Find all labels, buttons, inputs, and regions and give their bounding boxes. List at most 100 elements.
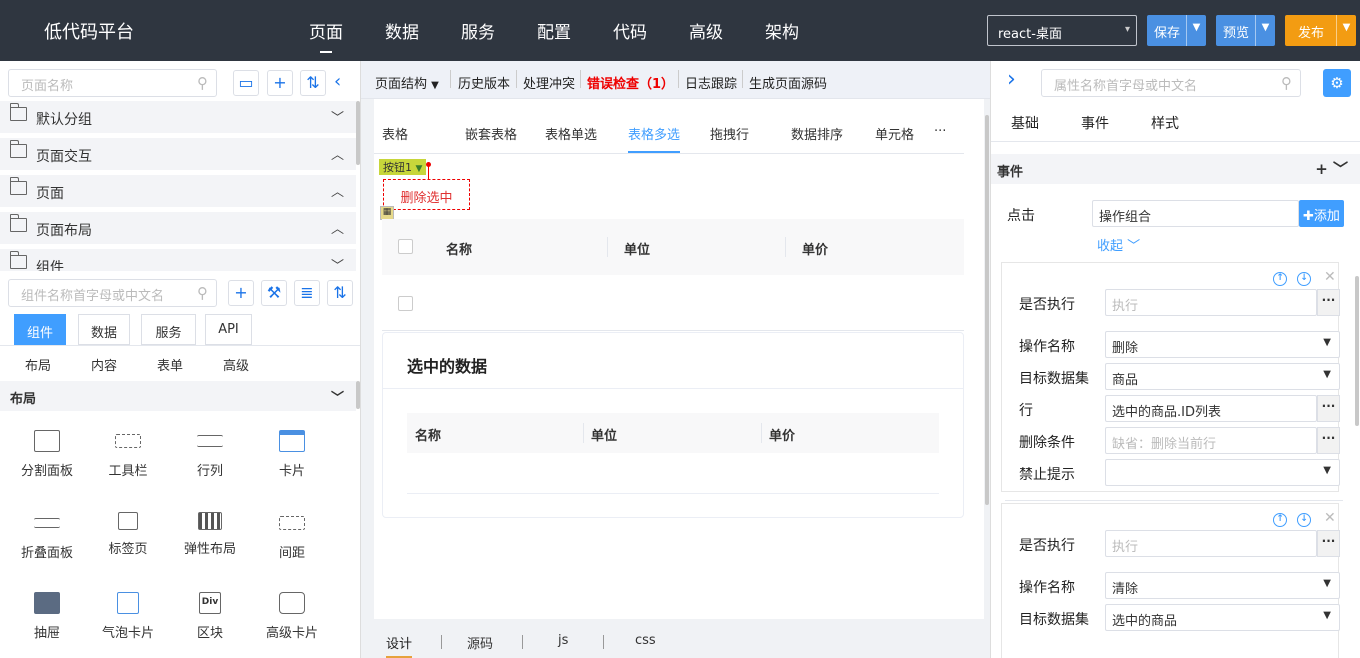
tab-design[interactable]: 设计: [386, 633, 413, 658]
comp-row-col[interactable]: 行列: [174, 430, 246, 490]
page-structure-menu[interactable]: 页面结构 ▼: [375, 73, 439, 92]
nav-page[interactable]: 页面: [309, 18, 343, 53]
tab-table[interactable]: 表格: [382, 124, 408, 143]
comp-block[interactable]: Div 区块: [174, 592, 246, 652]
move-down-icon[interactable]: ↓: [1297, 272, 1311, 286]
comp-spacing[interactable]: 间距: [256, 512, 328, 572]
collapse-left-icon[interactable]: ‹: [334, 71, 341, 92]
tab-data[interactable]: 数据: [78, 314, 130, 345]
subtab-advanced[interactable]: 高级: [223, 355, 249, 374]
tab-cell[interactable]: 单元格: [875, 124, 914, 143]
delete-selected-button[interactable]: 删除选中: [383, 179, 470, 210]
tab-data-sort[interactable]: 数据排序: [791, 124, 843, 143]
tab-source[interactable]: 源码: [467, 633, 493, 652]
preview-button[interactable]: 预览 ▼: [1216, 15, 1275, 46]
conflict-link[interactable]: 处理冲突: [523, 73, 575, 92]
events-section-header[interactable]: 事件 + ﹀: [991, 154, 1360, 184]
error-check-link[interactable]: 错误检查（1）: [587, 73, 674, 92]
comp-collapse-panel[interactable]: 折叠面板: [11, 512, 83, 572]
row-field[interactable]: 选中的商品.ID列表: [1105, 395, 1317, 422]
more-icon[interactable]: ···: [1317, 395, 1340, 422]
scrollbar[interactable]: [356, 101, 360, 165]
more-icon[interactable]: ···: [1317, 289, 1340, 316]
tab-drag-row[interactable]: 拖拽行: [710, 124, 749, 143]
expand-right-icon[interactable]: ›: [1007, 67, 1016, 92]
collapse-link[interactable]: 收起 ﹀: [1097, 235, 1140, 254]
component-search-input[interactable]: 组件名称首字母或中文名 ⚲: [8, 279, 217, 307]
tools-button[interactable]: ⚒: [261, 280, 287, 306]
more-icon[interactable]: ···: [1317, 427, 1340, 454]
tab-single-select[interactable]: 表格单选: [545, 124, 597, 143]
op-name-select[interactable]: 删除 ▼: [1105, 331, 1340, 358]
nav-data[interactable]: 数据: [385, 18, 419, 43]
comp-drawer[interactable]: 抽屉: [11, 592, 83, 652]
tab-style[interactable]: 样式: [1151, 113, 1179, 133]
comp-toolbar[interactable]: 工具栏: [92, 430, 164, 490]
close-icon[interactable]: ✕: [1324, 269, 1336, 285]
tab-events[interactable]: 事件: [1081, 113, 1109, 133]
subtab-layout[interactable]: 布局: [25, 355, 51, 374]
nav-code[interactable]: 代码: [613, 18, 647, 43]
group-interaction[interactable]: 页面交互 ︿: [0, 138, 356, 170]
group-components[interactable]: 组件 ﹀: [0, 249, 356, 271]
tab-js[interactable]: js: [558, 633, 568, 648]
add-folder-button[interactable]: ▭: [233, 70, 259, 96]
nav-advanced[interactable]: 高级: [689, 18, 723, 43]
generate-source-link[interactable]: 生成页面源码: [749, 73, 827, 92]
nav-service[interactable]: 服务: [461, 18, 495, 43]
comp-flex-layout[interactable]: 弹性布局: [174, 512, 246, 572]
preview-dropdown-icon[interactable]: ▼: [1255, 15, 1275, 46]
tab-basic[interactable]: 基础: [1011, 113, 1039, 133]
property-search-input[interactable]: 属性名称首字母或中文名 ⚲: [1041, 69, 1301, 97]
nav-architecture[interactable]: 架构: [765, 18, 799, 43]
exec-field[interactable]: 执行: [1105, 289, 1317, 316]
sort-button[interactable]: ⇅: [300, 70, 326, 96]
dataset-select[interactable]: 选中的商品 ▼: [1105, 604, 1340, 631]
comp-advanced-card[interactable]: 高级卡片: [256, 592, 328, 652]
tab-multi-select[interactable]: 表格多选: [628, 124, 681, 153]
group-default[interactable]: 默认分组 ﹀: [0, 101, 356, 133]
publish-button[interactable]: 发布 ▼: [1285, 15, 1356, 46]
dataset-select[interactable]: 商品 ▼: [1105, 363, 1340, 390]
page-search-input[interactable]: 页面名称 ⚲: [8, 69, 217, 97]
add-action-button[interactable]: ✚添加: [1299, 200, 1344, 227]
button-group-tag[interactable]: 按钮1 ▼: [379, 159, 427, 175]
add-collapse-icon[interactable]: + ﹀: [1315, 158, 1348, 179]
move-down-icon[interactable]: ↓: [1297, 513, 1311, 527]
exec-field[interactable]: 执行: [1105, 530, 1317, 557]
indent-button[interactable]: ≣: [294, 280, 320, 306]
tab-components[interactable]: 组件: [14, 314, 66, 345]
save-dropdown-icon[interactable]: ▼: [1186, 15, 1206, 46]
comp-split-panel[interactable]: 分割面板: [11, 430, 83, 490]
click-action-field[interactable]: 操作组合: [1092, 200, 1299, 227]
tab-api[interactable]: API: [205, 314, 252, 345]
target-select[interactable]: react-桌面 ▾: [987, 15, 1137, 46]
tab-service[interactable]: 服务: [141, 314, 196, 345]
more-icon[interactable]: ···: [1317, 530, 1340, 557]
history-link[interactable]: 历史版本: [458, 73, 510, 92]
scrollbar[interactable]: [1355, 276, 1359, 426]
suppress-tip-select[interactable]: ▼: [1105, 459, 1340, 486]
op-name-select[interactable]: 清除 ▼: [1105, 572, 1340, 599]
subtab-form[interactable]: 表单: [157, 355, 183, 374]
add-component-button[interactable]: +: [228, 280, 254, 306]
add-page-button[interactable]: +: [267, 70, 293, 96]
select-all-checkbox[interactable]: [398, 239, 413, 254]
sort-components-button[interactable]: ⇅: [327, 280, 353, 306]
nav-config[interactable]: 配置: [537, 18, 571, 43]
close-icon[interactable]: ✕: [1324, 510, 1336, 526]
grid-icon[interactable]: ▦: [380, 206, 394, 220]
move-up-icon[interactable]: ↑: [1273, 272, 1287, 286]
publish-dropdown-icon[interactable]: ▼: [1336, 15, 1356, 46]
comp-card[interactable]: 卡片: [256, 430, 328, 490]
subtab-content[interactable]: 内容: [91, 355, 117, 374]
comp-tabs[interactable]: 标签页: [92, 512, 164, 572]
section-layout-header[interactable]: 布局 ﹀: [0, 381, 356, 411]
log-trace-link[interactable]: 日志跟踪: [685, 73, 737, 92]
scrollbar[interactable]: [985, 115, 989, 505]
scrollbar[interactable]: [356, 381, 360, 409]
tab-more[interactable]: ···: [934, 124, 946, 139]
tab-nested-table[interactable]: 嵌套表格: [465, 124, 517, 143]
save-button[interactable]: 保存 ▼: [1147, 15, 1206, 46]
comp-popover-card[interactable]: 气泡卡片: [92, 592, 164, 652]
